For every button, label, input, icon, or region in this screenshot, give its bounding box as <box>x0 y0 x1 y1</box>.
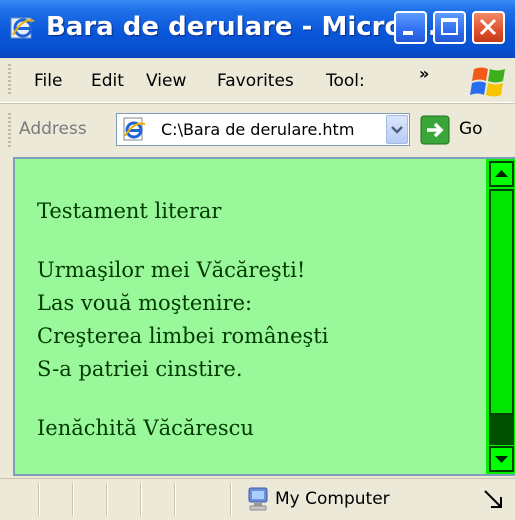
poem-line-4: S-a patriei cinstire. <box>37 357 243 381</box>
document-frame: Testament literar Urmaşilor mei Văcăreşt… <box>13 157 515 476</box>
address-bar: Address C:\Bara de derulare.htm Go <box>0 103 515 156</box>
scroll-down-button[interactable] <box>489 446 514 472</box>
windows-logo-icon <box>470 67 505 97</box>
close-icon <box>479 18 497 36</box>
status-divider <box>38 483 40 516</box>
vertical-scrollbar[interactable] <box>486 159 515 474</box>
menu-edit[interactable]: Edit <box>91 71 124 91</box>
arrow-down-icon <box>495 456 508 463</box>
title-bar[interactable]: Bara de derulare - Micros... <box>0 0 515 59</box>
menu-overflow-chevron-icon[interactable]: » <box>419 64 429 83</box>
ie-page-icon <box>123 117 146 141</box>
menu-favorites[interactable]: Favorites <box>217 71 294 91</box>
go-button[interactable]: Go <box>459 119 483 139</box>
internet-explorer-icon <box>10 17 35 39</box>
chevron-down-icon <box>391 126 403 134</box>
document-content: Testament literar Urmaşilor mei Văcăreşt… <box>15 159 485 474</box>
status-divider <box>174 483 176 516</box>
scroll-up-button[interactable] <box>489 161 514 187</box>
toolbar-grip[interactable] <box>8 64 11 96</box>
address-grip[interactable] <box>8 113 11 147</box>
go-arrow-icon[interactable] <box>420 115 450 145</box>
poem: Testament literar Urmaşilor mei Văcăreşt… <box>37 195 328 445</box>
poem-line-2: Las vouă moştenire: <box>37 291 253 315</box>
address-label: Address <box>19 119 87 139</box>
minimize-button[interactable] <box>394 11 427 44</box>
address-field[interactable]: C:\Bara de derulare.htm <box>116 113 410 146</box>
menu-file[interactable]: File <box>34 71 62 91</box>
poem-line-1: Urmaşilor mei Văcăreşti! <box>37 258 306 282</box>
status-bar: My Computer <box>0 478 515 520</box>
status-divider <box>140 483 142 516</box>
status-zone: My Computer <box>275 489 390 509</box>
menu-bar: File Edit View Favorites Tool: » <box>0 58 515 103</box>
menu-view[interactable]: View <box>146 71 186 91</box>
browser-window: Bara de derulare - Micros... File Edit V… <box>0 0 515 520</box>
resize-grip-icon[interactable] <box>481 487 507 513</box>
status-divider <box>72 483 74 516</box>
minimize-icon <box>403 31 413 35</box>
poem-author: Ienăchită Văcărescu <box>37 416 254 440</box>
poem-title: Testament literar <box>37 199 222 223</box>
window-title: Bara de derulare - Micros... <box>46 12 448 42</box>
address-dropdown-button[interactable] <box>386 115 408 144</box>
my-computer-icon <box>248 487 268 511</box>
menu-tools[interactable]: Tool: <box>326 71 365 91</box>
maximize-icon <box>441 18 458 35</box>
arrow-up-icon <box>495 170 508 177</box>
poem-line-3: Creşterea limbei româneşti <box>37 324 329 348</box>
scroll-track[interactable] <box>489 415 514 445</box>
close-button[interactable] <box>472 11 505 44</box>
address-url: C:\Bara de derulare.htm <box>161 120 355 139</box>
status-divider <box>230 483 232 516</box>
status-divider <box>106 483 108 516</box>
scroll-thumb[interactable] <box>489 189 514 415</box>
maximize-button[interactable] <box>433 11 466 44</box>
